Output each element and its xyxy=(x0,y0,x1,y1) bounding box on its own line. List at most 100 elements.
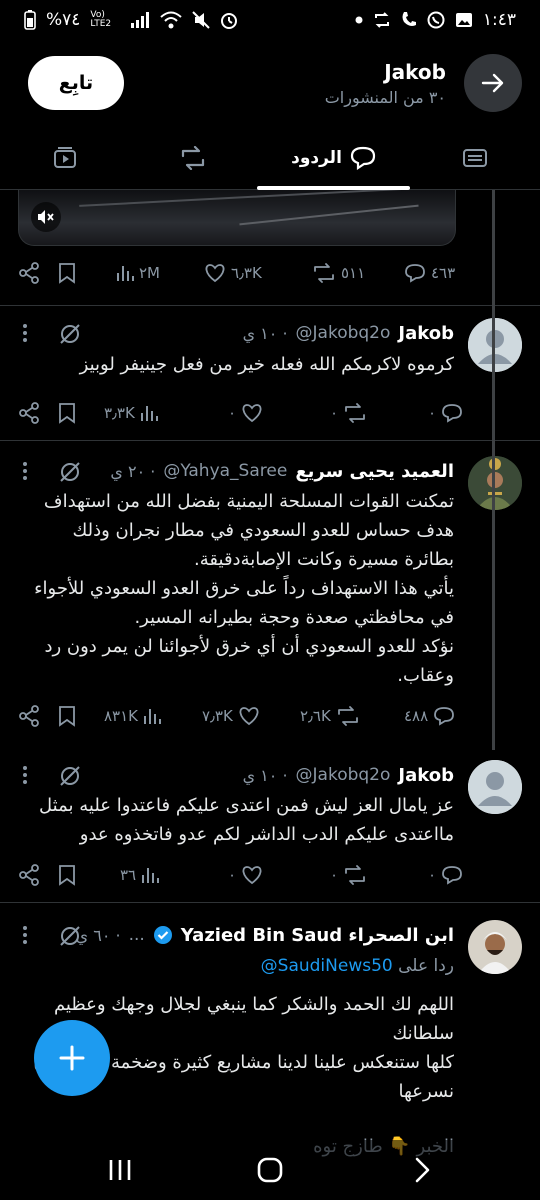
reply-button[interactable]: ٤٨٨ xyxy=(404,706,455,726)
replies-count: ٠ xyxy=(428,404,437,422)
repost-button[interactable]: ٥١١ xyxy=(312,263,365,283)
repost-tab-icon xyxy=(181,146,205,170)
views-stat[interactable]: ٢M xyxy=(116,263,160,283)
author-handle: ... xyxy=(128,925,145,945)
views-stat[interactable]: ٣٫٣K xyxy=(104,403,158,423)
author-name[interactable]: Jakob xyxy=(398,765,454,786)
bookmark-button[interactable] xyxy=(58,262,76,284)
share-icon xyxy=(19,402,39,424)
post-actions: ٣٦ ٠ ٠ ٠ xyxy=(0,860,470,890)
post-actions: ٨٣١K ٧٫٣K ٢٫٦K ٤٨٨ xyxy=(0,701,470,731)
reply-button[interactable]: ٤٦٣ xyxy=(404,263,455,283)
tab-reposts[interactable] xyxy=(158,126,228,190)
post-header: ابن الصحراء Yazied Bin Saud ... · ٦٠ ي xyxy=(76,922,454,948)
avatar[interactable] xyxy=(468,920,522,974)
video-scene-2 xyxy=(239,204,419,226)
views-count: ٣٦ xyxy=(120,866,137,884)
grok-button[interactable] xyxy=(58,322,82,346)
like-button[interactable]: ٠ xyxy=(228,865,263,885)
reply-icon xyxy=(442,866,462,885)
share-button[interactable] xyxy=(18,705,40,727)
reply-button[interactable]: ٠ xyxy=(428,403,463,423)
divider xyxy=(0,440,540,441)
reply-button[interactable]: ٠ xyxy=(428,865,463,885)
reply-icon xyxy=(434,707,455,726)
reply-tab-icon xyxy=(350,146,376,170)
author-name[interactable]: Jakob xyxy=(398,323,454,344)
back-button[interactable] xyxy=(464,54,522,112)
repost-button[interactable]: ٢٫٦K xyxy=(300,706,360,726)
status-bar-right: ١:٤٣ xyxy=(355,10,516,30)
views-count: ٨٣١K xyxy=(104,707,139,725)
wifi-icon xyxy=(160,11,183,29)
unmute-button[interactable] xyxy=(31,202,61,232)
home-icon xyxy=(257,1157,283,1183)
plus-icon xyxy=(59,1045,85,1071)
more-vertical-icon xyxy=(23,324,27,342)
military-avatar-icon xyxy=(468,456,522,510)
person-avatar-icon xyxy=(468,920,522,974)
profile-name: Jakob xyxy=(384,59,446,84)
tab-highlights[interactable] xyxy=(440,126,510,190)
back-nav-button[interactable] xyxy=(402,1152,442,1188)
more-options-button[interactable] xyxy=(22,322,28,344)
system-navigation-bar xyxy=(0,1140,540,1200)
avatar[interactable] xyxy=(468,318,522,372)
reply-icon xyxy=(405,264,425,283)
avatar[interactable] xyxy=(468,760,522,814)
views-icon xyxy=(140,406,158,421)
share-button[interactable] xyxy=(18,402,40,424)
more-vertical-icon xyxy=(23,926,27,944)
whatsapp-icon xyxy=(427,11,445,29)
battery-icon xyxy=(24,10,36,30)
more-options-button[interactable] xyxy=(22,460,28,482)
bookmark-button[interactable] xyxy=(58,705,76,727)
like-button[interactable]: ٦٫٣K xyxy=(204,263,262,283)
follow-button[interactable]: تابِع xyxy=(28,56,124,110)
compose-button[interactable] xyxy=(34,1020,110,1096)
media-post-actions: ٢M ٦٫٣K ٥١١ ٤٦٣ xyxy=(0,258,470,288)
status-bar: %٧٤ Vo) LTE2 ١:٤٣ xyxy=(0,0,540,40)
share-button[interactable] xyxy=(18,864,40,886)
post-actions: ٣٫٣K ٠ ٠ ٠ xyxy=(0,398,470,428)
post-count: ٣٠ من المنشورات xyxy=(324,87,446,107)
like-button[interactable]: ٧٫٣K xyxy=(202,706,260,726)
reposts-count: ٠ xyxy=(330,404,339,422)
likes-count: ٧٫٣K xyxy=(202,707,233,725)
grok-button[interactable] xyxy=(58,764,82,788)
more-options-button[interactable] xyxy=(22,764,28,786)
author-handle: @Jakobq2o xyxy=(295,765,391,785)
share-icon xyxy=(19,705,39,727)
like-button[interactable]: ٠ xyxy=(228,403,263,423)
tab-replies[interactable]: الردود xyxy=(257,126,410,190)
video-tab-icon xyxy=(54,147,76,168)
replies-count: ٤٨٨ xyxy=(404,707,429,725)
grok-icon xyxy=(60,324,80,344)
more-options-button[interactable] xyxy=(22,924,28,946)
post-time: · ٢٠ ي xyxy=(110,461,156,481)
repost-button[interactable]: ٠ xyxy=(330,403,367,423)
views-stat[interactable]: ٨٣١K xyxy=(104,706,162,726)
reply-mention-link[interactable]: @SaudiNews50 xyxy=(261,956,393,976)
tab-media[interactable] xyxy=(30,126,100,190)
video-thumbnail[interactable] xyxy=(18,190,456,246)
bookmark-button[interactable] xyxy=(58,402,76,424)
share-button[interactable] xyxy=(18,262,40,284)
bookmark-icon xyxy=(59,865,75,886)
reply-to-prefix: ردا على xyxy=(398,956,454,976)
phone-icon xyxy=(402,12,416,26)
default-avatar-icon xyxy=(468,318,522,372)
recent-apps-button[interactable] xyxy=(100,1152,140,1188)
grok-button[interactable] xyxy=(58,460,82,484)
author-handle: @Yahya_Saree xyxy=(163,461,288,481)
home-button[interactable] xyxy=(250,1152,290,1188)
alarm-icon xyxy=(221,13,238,29)
avatar[interactable] xyxy=(468,456,522,510)
grok-button[interactable] xyxy=(58,924,82,948)
views-icon xyxy=(144,709,162,724)
bookmark-button[interactable] xyxy=(58,864,76,886)
author-name[interactable]: ابن الصحراء Yazied Bin Saud xyxy=(181,925,454,946)
repost-button[interactable]: ٠ xyxy=(330,865,367,885)
views-stat[interactable]: ٣٦ xyxy=(120,865,160,885)
author-name[interactable]: العميد يحيى سريع xyxy=(295,461,454,482)
